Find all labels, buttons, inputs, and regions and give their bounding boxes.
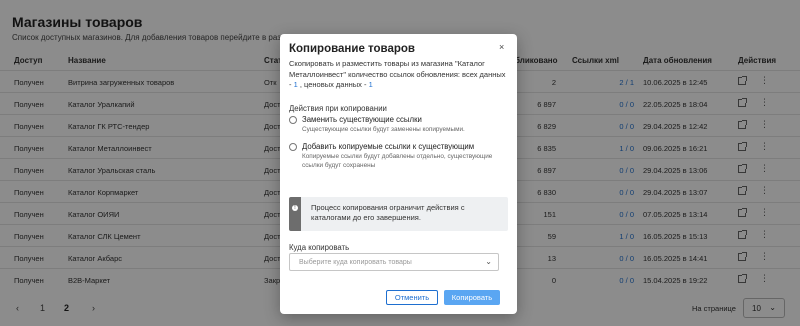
add-links-radio[interactable] bbox=[289, 143, 297, 151]
modal-description-mid: , ценовых данных - bbox=[297, 80, 369, 89]
cancel-button[interactable]: Отменить bbox=[386, 290, 438, 305]
warning-text: Процесс копирования ограничит действия с… bbox=[311, 203, 465, 222]
info-icon: ! bbox=[292, 205, 298, 211]
destination-select[interactable]: Выберите куда копировать товары ⌄ bbox=[289, 253, 499, 271]
price-data-count: 1 bbox=[368, 80, 373, 89]
replace-links-help: Существующие ссылки будут заменены копир… bbox=[302, 126, 465, 133]
copy-button[interactable]: Копировать bbox=[444, 290, 500, 305]
modal-description: Скопировать и разместить товары из магаз… bbox=[289, 59, 509, 91]
close-icon[interactable]: × bbox=[499, 42, 504, 52]
chevron-down-icon: ⌄ bbox=[485, 257, 492, 266]
add-links-label[interactable]: Добавить копируемые ссылки к существующи… bbox=[302, 142, 474, 151]
warning-banner: ! Процесс копирования ограничит действия… bbox=[289, 197, 508, 231]
add-links-help: Копируемые ссылки будут добавлены отдель… bbox=[302, 153, 493, 169]
copy-actions-label: Действия при копировании bbox=[289, 104, 387, 113]
replace-links-radio[interactable] bbox=[289, 116, 297, 124]
destination-placeholder: Выберите куда копировать товары bbox=[299, 259, 412, 266]
warning-bar: ! bbox=[289, 197, 301, 231]
destination-label: Куда копировать bbox=[289, 243, 350, 252]
copy-products-dialog: Копирование товаров × Скопировать и разм… bbox=[280, 34, 517, 314]
modal-title: Копирование товаров bbox=[289, 43, 415, 55]
replace-links-label[interactable]: Заменить существующие ссылки bbox=[302, 115, 422, 124]
